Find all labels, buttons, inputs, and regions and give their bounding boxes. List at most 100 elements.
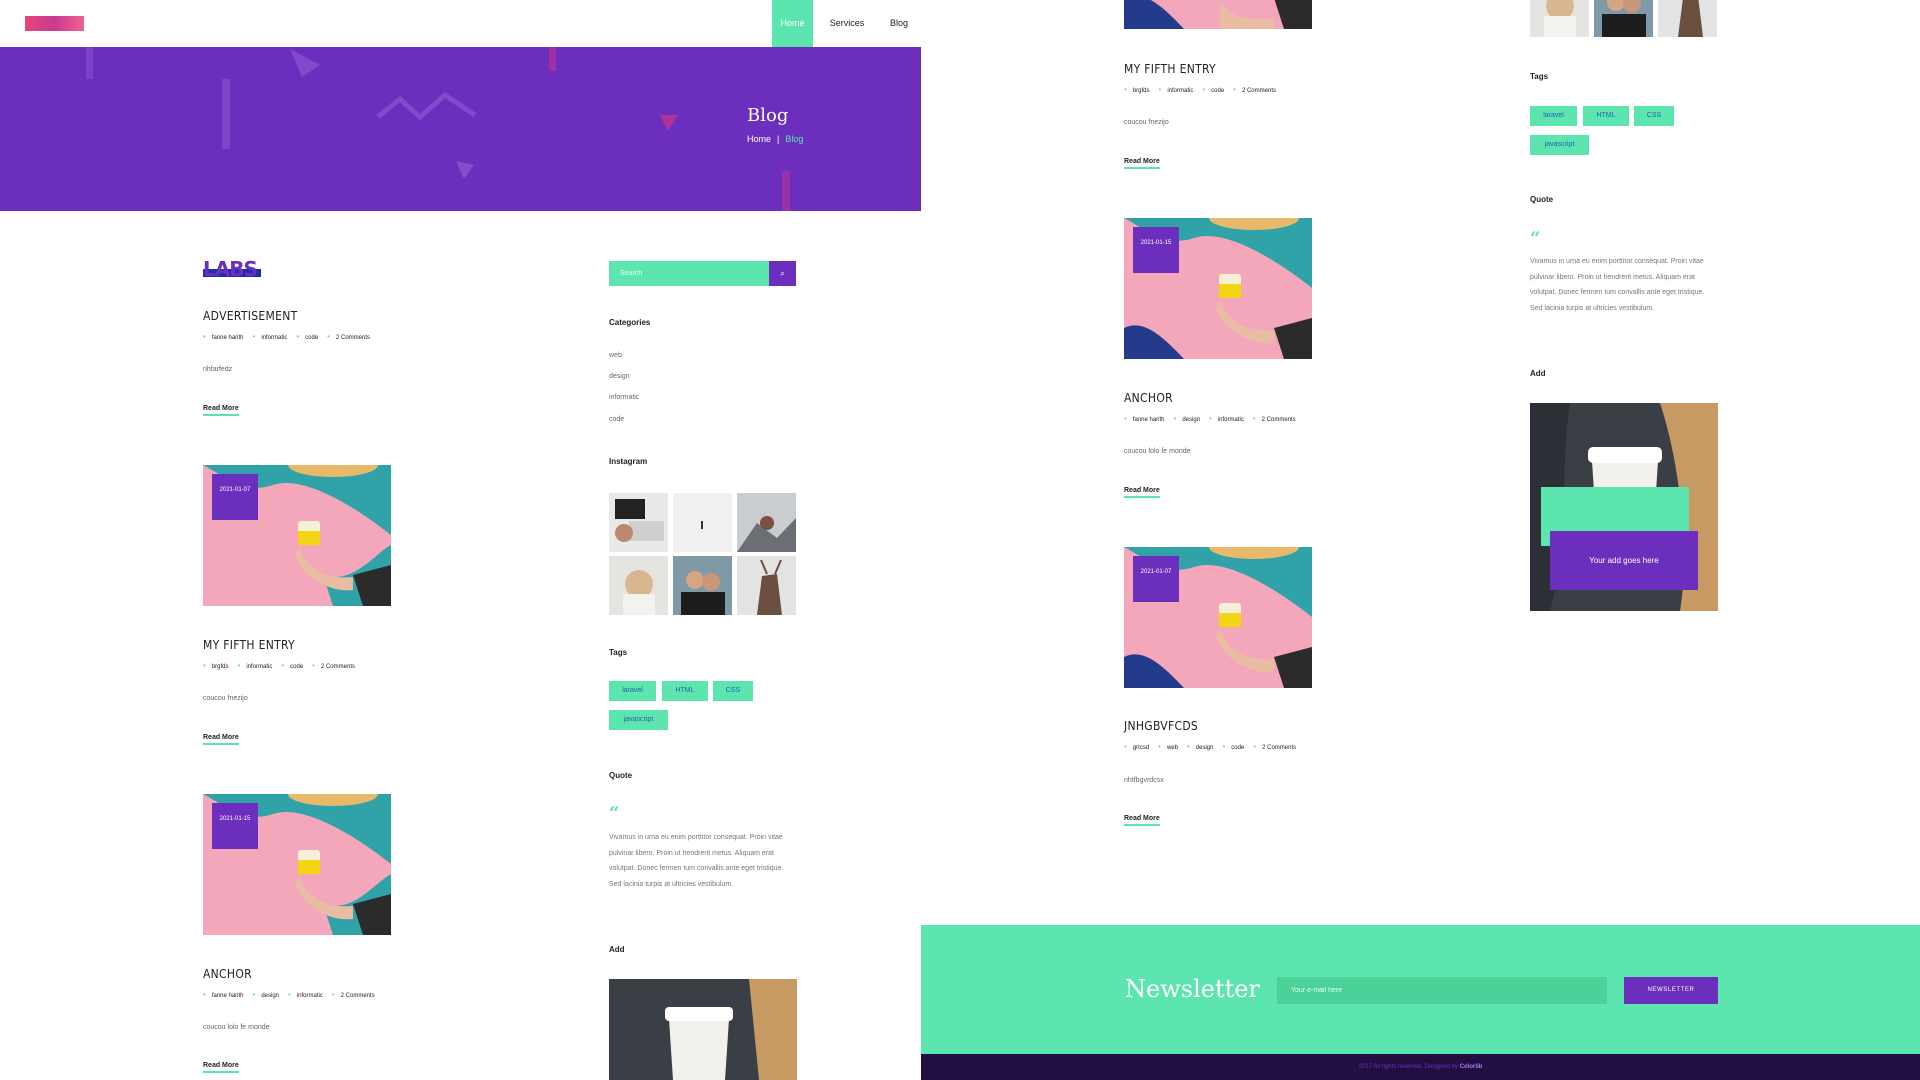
read-more-link[interactable]: Read More [1124,815,1160,826]
tag-chip[interactable]: javascript [1530,135,1589,155]
instagram-heading: Instagram [609,457,648,466]
nav-item-home[interactable]: Home [772,0,813,47]
search-button[interactable]: ⌕ [769,261,796,286]
post-comments[interactable]: 2 Comments [1253,417,1296,423]
post-category[interactable]: code [296,335,318,341]
ad-banner[interactable] [609,979,797,1080]
post-thumbnail[interactable]: 2021-01-15 [1124,218,1312,359]
instagram-photo[interactable] [1594,0,1653,37]
post-thumbnail[interactable]: 2021-01-07 [203,465,391,606]
post-category[interactable]: informatic [1209,417,1244,423]
post-excerpt: coucou fnezijo [1124,119,1169,126]
tag-chip[interactable]: HTML [1583,106,1629,126]
read-more-link[interactable]: Read More [1124,158,1160,169]
search-input[interactable] [609,261,769,286]
post-thumbnail[interactable]: 2021-01-15 [203,794,391,935]
breadcrumb-current: Blog [785,134,804,144]
post-category[interactable]: design [253,993,280,999]
category-link[interactable]: code [609,416,624,423]
category-link[interactable]: web [609,352,622,359]
post-thumbnail[interactable]: 2021-01-07 [1124,547,1312,688]
hero-decoration [86,47,790,211]
post-author[interactable]: grtcsd [1124,745,1149,751]
instagram-photo[interactable] [673,493,732,552]
post-category[interactable]: code [281,664,303,670]
tag-chip[interactable]: javascript [609,710,668,730]
post-title[interactable]: ADVERTISEMENT [203,309,297,323]
quote-text: Vivamus in urna eu enim porttitor conseq… [609,834,784,888]
post-category[interactable]: code [1222,745,1244,751]
brand-mark: LABS [203,257,261,281]
category-link[interactable]: informatic [609,394,639,401]
footer-text: 2017 All rights reserved. Designed by [1358,1064,1460,1070]
tag-chip[interactable]: CSS [713,681,753,701]
site-logo[interactable] [25,16,84,31]
instagram-photo[interactable] [737,493,796,552]
instagram-photo[interactable] [1530,0,1589,37]
tag-chip[interactable]: HTML [662,681,708,701]
post-title[interactable]: JNHGBVFCDS [1124,719,1198,733]
post-category[interactable]: informatic [1159,88,1194,94]
post-excerpt: coucou fnezijo [203,695,248,702]
footer-brand-link[interactable]: Colorlib [1460,1064,1483,1070]
newsletter-title: Newsletter [1125,975,1260,1003]
post-category[interactable]: informatic [288,993,323,999]
coffee-cup-image [609,979,797,1080]
add-heading: Add [609,945,625,954]
post-category[interactable]: design [1187,745,1214,751]
post-comments[interactable]: 2 Comments [312,664,355,670]
nav-item-blog[interactable]: Blog [882,0,916,47]
page-hero: Blog Home | Blog [0,47,921,211]
instagram-photo[interactable] [673,556,732,615]
tag-chip[interactable]: laravel [1530,106,1577,126]
category-link[interactable]: design [609,373,630,380]
post-comments[interactable]: 2 Comments [1233,88,1276,94]
post-date-badge: 2021-01-07 [1133,556,1179,602]
quote-icon: “ [609,803,620,824]
tag-chip[interactable]: CSS [1634,106,1674,126]
instagram-photo[interactable] [737,556,796,615]
instagram-photo[interactable] [609,556,668,615]
breadcrumb-home[interactable]: Home [747,134,771,144]
nav-item-services[interactable]: Services [822,0,872,47]
post-category[interactable]: web [1158,745,1178,751]
post-author[interactable]: fanne harith [203,993,244,999]
post-category[interactable]: informatic [238,664,273,670]
post-author[interactable]: brgfds [1124,88,1150,94]
newsletter-button[interactable]: NEWSLETTER [1624,977,1718,1004]
post-comments[interactable]: 2 Comments [327,335,370,341]
post-category[interactable]: design [1174,417,1201,423]
top-nav: Home Services Blog [0,0,921,47]
post-author[interactable]: brgfds [203,664,229,670]
instagram-photo[interactable] [609,493,668,552]
post-thumbnail[interactable] [1124,0,1312,29]
quote-heading: Quote [609,771,633,780]
categories-heading: Categories [609,318,651,327]
post-meta: brgfds informatic code 2 Comments [203,661,364,670]
footer: 2017 All rights reserved. Designed by Co… [921,1054,1920,1080]
post-excerpt: coucou lolo fe monde [203,1024,270,1031]
post-title[interactable]: MY FIFTH ENTRY [1124,62,1216,76]
email-field[interactable] [1277,977,1607,1004]
wall-coffee-image [1124,0,1312,29]
post-author[interactable]: fanne harith [203,335,244,341]
post-category[interactable]: informatic [253,335,288,341]
read-more-link[interactable]: Read More [203,405,239,416]
post-date-badge: 2021-01-15 [212,803,258,849]
post-meta: fanne harith design informatic 2 Comments [203,990,384,999]
post-title[interactable]: ANCHOR [1124,391,1173,405]
post-meta: fanne harith informatic code 2 Comments [203,332,379,341]
post-author[interactable]: fanne harith [1124,417,1165,423]
instagram-photo[interactable] [1658,0,1717,37]
post-title[interactable]: MY FIFTH ENTRY [203,638,295,652]
read-more-link[interactable]: Read More [203,1062,239,1073]
post-comments[interactable]: 2 Comments [1253,745,1296,751]
ad-banner[interactable]: Your add goes here [1530,403,1718,611]
post-title[interactable]: ANCHOR [203,967,252,981]
read-more-link[interactable]: Read More [1124,487,1160,498]
brand-text: LABS [203,257,258,281]
read-more-link[interactable]: Read More [203,734,239,745]
post-comments[interactable]: 2 Comments [332,993,375,999]
tag-chip[interactable]: laravel [609,681,656,701]
post-category[interactable]: code [1202,88,1224,94]
